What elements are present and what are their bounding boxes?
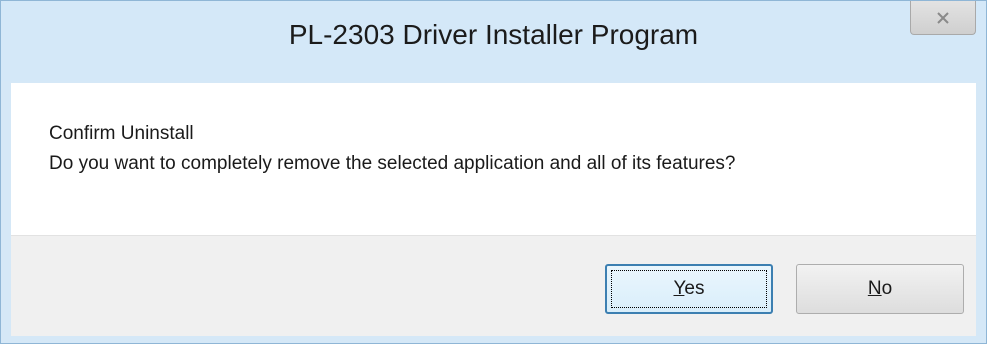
message-body: Do you want to completely remove the sel…	[49, 153, 736, 174]
yes-button[interactable]: Yes	[605, 264, 773, 314]
window-title: PL-2303 Driver Installer Program	[288, 19, 699, 50]
message-area: Confirm Uninstall Do you want to complet…	[11, 83, 976, 235]
dialog-window: PL-2303 Driver Installer Program Confirm…	[0, 0, 987, 344]
yes-button-label: Yes	[673, 278, 704, 300]
dialog-client-area: Confirm Uninstall Do you want to complet…	[11, 83, 976, 336]
close-button[interactable]	[910, 1, 976, 35]
no-button[interactable]: No	[796, 264, 964, 314]
no-accelerator: N	[867, 278, 882, 299]
button-bar: Yes No	[11, 235, 976, 336]
title-bar[interactable]: PL-2303 Driver Installer Program	[1, 1, 986, 81]
yes-accelerator: Y	[673, 278, 685, 299]
no-label-rest: o	[881, 278, 893, 299]
message-heading: Confirm Uninstall	[49, 123, 194, 144]
no-button-label: No	[868, 278, 892, 300]
yes-label-rest: es	[684, 278, 705, 299]
close-icon	[937, 11, 949, 24]
